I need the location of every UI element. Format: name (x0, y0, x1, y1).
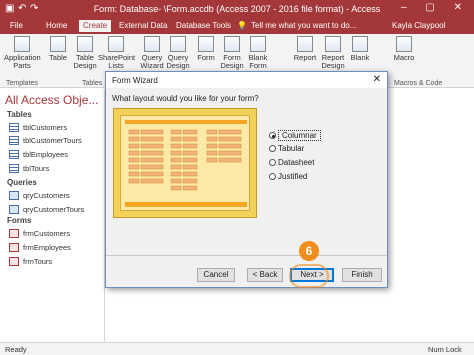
table-design-icon (77, 36, 93, 52)
query-design-icon (170, 36, 186, 52)
dialog-separator (106, 255, 387, 256)
query-wizard-button[interactable]: Query Wizard (139, 36, 165, 70)
nav-item-tblemployees[interactable]: tblEmployees (9, 150, 68, 159)
tab-database-tools[interactable]: Database Tools (176, 21, 231, 30)
form-design-icon (224, 36, 240, 52)
tab-home[interactable]: Home (46, 21, 67, 30)
option-datasheet[interactable]: Datasheet (269, 158, 314, 167)
group-macros-code: Macros & Code (394, 80, 443, 87)
radio-icon (269, 159, 276, 166)
blank-report-button[interactable]: Blank (348, 36, 372, 62)
table-button[interactable]: Table (45, 36, 71, 62)
form-icon (198, 36, 214, 52)
dialog-question: What layout would you like for your form… (112, 94, 259, 103)
tab-create[interactable]: Create (79, 20, 112, 32)
layout-preview-canvas (120, 115, 250, 211)
radio-icon (269, 145, 276, 152)
nav-item-qrycustomertours[interactable]: qryCustomerTours (9, 205, 84, 214)
report-icon (297, 36, 313, 52)
window-controls[interactable]: – ▢ ✕ (401, 2, 470, 13)
query-design-button[interactable]: Query Design (165, 36, 191, 70)
num-lock-indicator: Num Lock (428, 345, 462, 354)
table-design-button[interactable]: Table Design (72, 36, 98, 70)
sharepoint-icon (108, 36, 124, 52)
radio-selected-icon (269, 132, 276, 139)
table-icon (9, 150, 19, 159)
finish-button[interactable]: Finish (342, 268, 382, 282)
option-tabular[interactable]: Tabular (269, 144, 304, 153)
tab-external-data[interactable]: External Data (119, 21, 167, 30)
user-name[interactable]: Kayla Claypool (392, 21, 445, 30)
option-columnar[interactable]: Columnar (269, 130, 321, 141)
layout-options: Columnar Tabular Datasheet Justified (269, 126, 339, 188)
nav-item-tblcustomertours[interactable]: tblCustomerTours (9, 136, 82, 145)
form-wizard-dialog: Form Wizard ✕ What layout would you like… (105, 71, 388, 288)
report-design-button[interactable]: Report Design (320, 36, 346, 70)
blank-form-button[interactable]: Blank Form (246, 36, 270, 70)
nav-item-tbltours[interactable]: tblTours (9, 164, 49, 173)
form-icon (9, 257, 19, 266)
status-bar: Ready Num Lock (0, 342, 474, 355)
macro-icon (396, 36, 412, 52)
query-icon (9, 205, 19, 214)
dialog-title: Form Wizard (106, 72, 387, 88)
report-design-icon (325, 36, 341, 52)
tell-me-search[interactable]: Tell me what you want to do... (251, 21, 356, 30)
ribbon-tabs: File Home Create External Data Database … (0, 20, 474, 34)
group-templates: Templates (6, 80, 38, 87)
nav-section-tables[interactable]: Tables (7, 110, 32, 119)
option-justified[interactable]: Justified (269, 172, 307, 181)
close-icon[interactable]: ✕ (373, 74, 381, 85)
radio-icon (269, 173, 276, 180)
nav-section-forms[interactable]: Forms (7, 216, 31, 225)
form-icon (9, 243, 19, 252)
form-button[interactable]: Form (195, 36, 217, 62)
status-text: Ready (5, 345, 27, 354)
form-design-button[interactable]: Form Design (220, 36, 244, 70)
step-badge: 6 (299, 241, 319, 261)
navigation-pane: All Access Obje... Tables tblCustomers t… (0, 89, 105, 342)
table-icon (9, 164, 19, 173)
report-button[interactable]: Report (292, 36, 318, 62)
query-wizard-icon (144, 36, 160, 52)
blank-form-icon (250, 36, 266, 52)
blank-report-icon (352, 36, 368, 52)
group-tables: Tables (82, 80, 103, 87)
application-parts-button[interactable]: Application Parts (4, 36, 41, 70)
form-icon (9, 229, 19, 238)
query-icon (9, 191, 19, 200)
nav-item-frmtours[interactable]: frmTours (9, 257, 52, 266)
sharepoint-lists-button[interactable]: SharePoint Lists (98, 36, 135, 70)
back-button[interactable]: < Back (247, 268, 283, 282)
nav-item-frmemployees[interactable]: frmEmployees (9, 243, 71, 252)
columnar-layout-illustration (125, 120, 247, 207)
nav-section-queries[interactable]: Queries (7, 178, 37, 187)
nav-item-qrycustomers[interactable]: qryCustomers (9, 191, 70, 200)
tab-file[interactable]: File (10, 21, 23, 30)
tell-me-lightbulb-icon[interactable]: 💡 (237, 21, 247, 30)
macro-button[interactable]: Macro (392, 36, 416, 62)
application-parts-icon (14, 36, 30, 52)
table-icon (9, 136, 19, 145)
layout-preview (113, 108, 257, 218)
nav-item-frmcustomers[interactable]: frmCustomers (9, 229, 70, 238)
table-icon (50, 36, 66, 52)
nav-item-tblcustomers[interactable]: tblCustomers (9, 123, 67, 132)
nav-title[interactable]: All Access Obje... (5, 93, 98, 107)
table-icon (9, 123, 19, 132)
step-highlight-ring (289, 264, 329, 288)
title-bar: ▣ ↶ ↷ Form: Database- \Form.accdb (Acces… (0, 0, 474, 20)
cancel-button[interactable]: Cancel (197, 268, 235, 282)
